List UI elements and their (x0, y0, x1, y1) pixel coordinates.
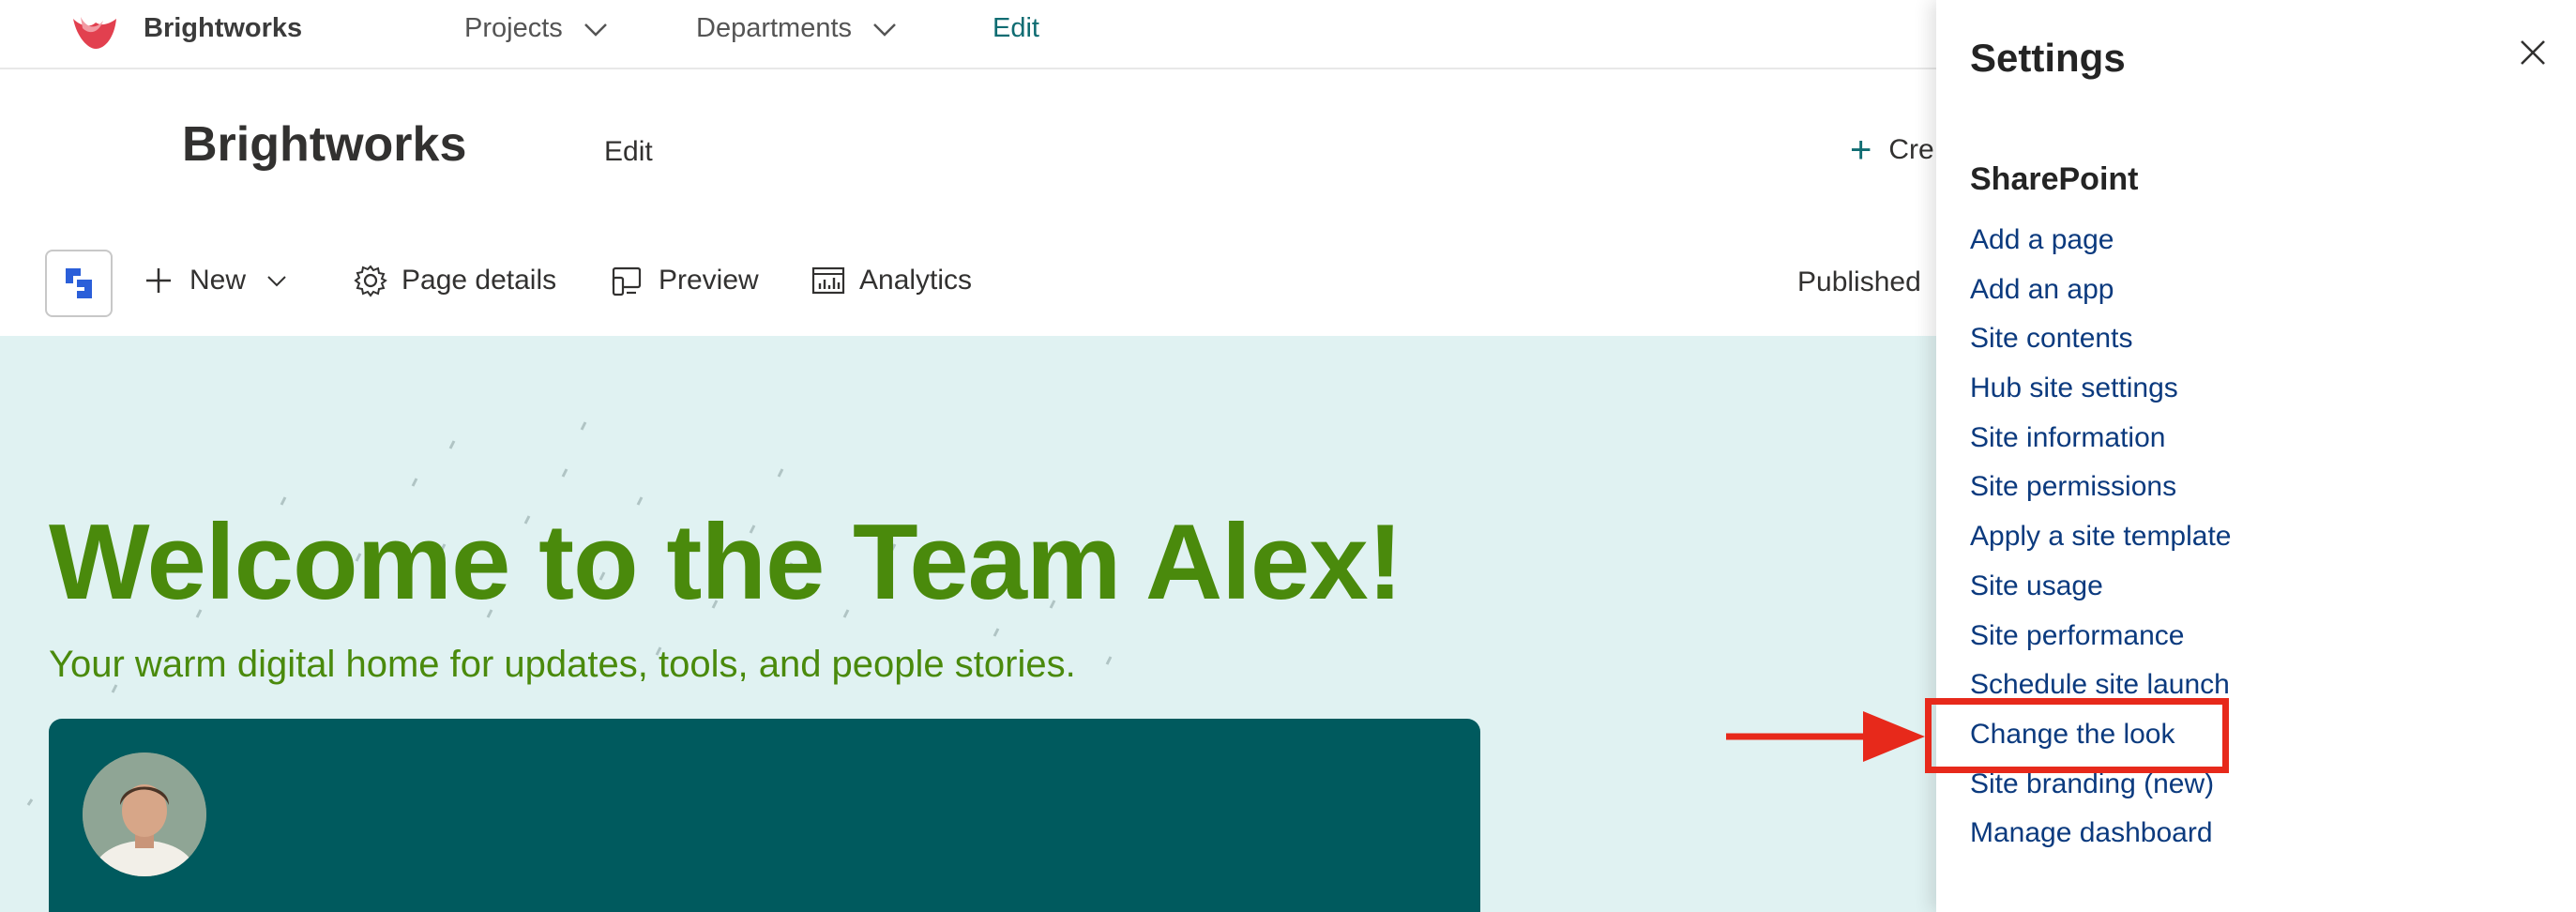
settings-panel: Settings SharePoint Add a page Add an ap… (1936, 0, 2576, 912)
link-hub-site-settings[interactable]: Hub site settings (1970, 364, 2231, 414)
site-title: Brightworks (182, 117, 467, 172)
preview-button[interactable]: Preview (610, 263, 759, 298)
app-logo-icon (66, 268, 92, 298)
new-button[interactable]: New (141, 263, 287, 298)
brand-name[interactable]: Brightworks (144, 13, 302, 44)
new-button-label: New (189, 265, 247, 296)
brightworks-logo-icon[interactable] (68, 9, 120, 53)
link-site-contents[interactable]: Site contents (1970, 314, 2231, 364)
link-add-an-app[interactable]: Add an app (1970, 266, 2231, 315)
analytics-label: Analytics (859, 265, 973, 296)
chevron-down-icon (583, 23, 607, 37)
preview-device-icon (612, 266, 642, 296)
close-icon[interactable] (2516, 36, 2550, 69)
create-button-label: Cre (1888, 134, 1934, 165)
nav-edit-link[interactable]: Edit (993, 13, 1039, 44)
preview-label: Preview (659, 265, 759, 296)
nav-projects[interactable]: Projects (464, 13, 608, 44)
nav-departments[interactable]: Departments (696, 13, 897, 44)
hero-subtitle: Your warm digital home for updates, tool… (49, 644, 1076, 685)
annotation-highlight-box (1925, 698, 2229, 773)
page-details-label: Page details (402, 265, 557, 296)
link-site-permissions[interactable]: Site permissions (1970, 463, 2231, 512)
annotation-arrow-icon (1726, 711, 1925, 762)
link-site-information[interactable]: Site information (1970, 414, 2231, 464)
welcome-card (49, 719, 1480, 912)
chevron-down-icon (873, 23, 896, 37)
avatar (83, 752, 206, 876)
link-apply-site-template[interactable]: Apply a site template (1970, 512, 2231, 562)
analytics-button[interactable]: Analytics (811, 263, 972, 298)
sharepoint-section-heading: SharePoint (1970, 161, 2139, 197)
link-manage-dashboard[interactable]: Manage dashboard (1970, 809, 2231, 859)
published-status: Published (1797, 266, 1921, 297)
create-button[interactable]: + Cre (1850, 129, 1934, 171)
nav-departments-label: Departments (696, 13, 853, 43)
plus-icon: + (1850, 129, 1872, 171)
gear-icon (354, 265, 387, 297)
nav-edit-label: Edit (993, 13, 1039, 43)
hero-title: Welcome to the Team Alex! (49, 503, 1403, 622)
app-launcher-tile[interactable] (45, 250, 113, 317)
card-text (83, 897, 1396, 912)
settings-panel-title: Settings (1970, 36, 2126, 80)
plus-icon (146, 268, 171, 293)
link-site-performance[interactable]: Site performance (1970, 612, 2231, 661)
chevron-down-icon (267, 276, 286, 287)
page-details-button[interactable]: Page details (353, 263, 556, 298)
nav-projects-label: Projects (464, 13, 563, 43)
analytics-chart-icon (811, 266, 845, 295)
link-site-usage[interactable]: Site usage (1970, 562, 2231, 612)
site-edit-button[interactable]: Edit (604, 136, 653, 168)
person-photo (83, 752, 206, 876)
link-add-a-page[interactable]: Add a page (1970, 216, 2231, 266)
